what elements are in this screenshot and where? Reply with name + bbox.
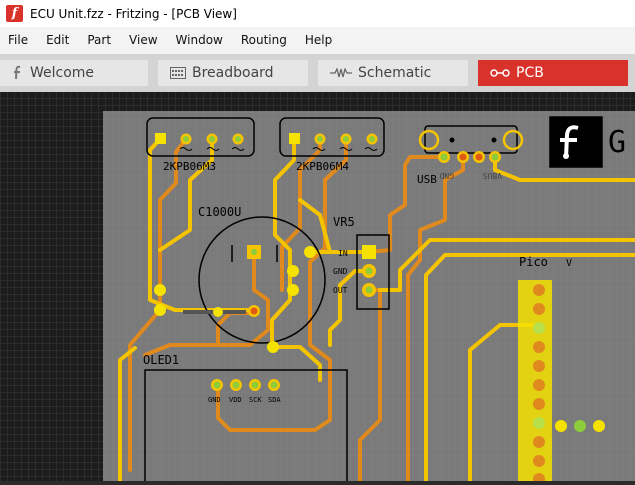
menu-file[interactable]: File (0, 27, 37, 54)
menu-part[interactable]: Part (78, 27, 120, 54)
tab-schematic-label: Schematic (358, 65, 432, 81)
usb-pin-vbus-label: VBUS (483, 171, 502, 180)
reg-pin-gnd-label: GND (333, 267, 348, 276)
menu-help[interactable]: Help (296, 27, 341, 54)
reg-pin-out-label: OUT (333, 286, 348, 295)
pico-label: Pico (519, 255, 548, 269)
capacitor-label: C1000U (198, 205, 241, 219)
fritzing-logo-icon (12, 65, 24, 81)
menu-edit[interactable]: Edit (37, 27, 78, 54)
regulator-label: VR5 (333, 215, 355, 229)
tab-welcome-label: Welcome (30, 65, 95, 81)
schematic-resistor-icon (330, 68, 352, 78)
window-title: ECU Unit.fzz - Fritzing - [PCB View] (30, 6, 237, 21)
connector-2-label: 2KPB06M4 (296, 160, 349, 173)
usb-label: USB (417, 173, 437, 186)
pcb-canvas[interactable]: G 2KPB06M3 2KPB06M4 C1000U VR5 USB OLED1… (0, 92, 635, 485)
usb-pin-gnd-label: GND (439, 171, 454, 180)
menu-routing[interactable]: Routing (232, 27, 296, 54)
tab-schematic[interactable]: Schematic (318, 60, 468, 86)
tab-pcb[interactable]: PCB (478, 60, 628, 86)
oled-label: OLED1 (143, 353, 179, 367)
oled-pin-vdd-label: VDD (229, 396, 242, 404)
oled-pin-sda-label: SDA (268, 396, 281, 404)
fritzing-app-icon: f (6, 5, 23, 22)
pcb-icon (490, 68, 510, 78)
tab-breadboard-label: Breadboard (192, 65, 274, 81)
reg-pin-in-label: IN (338, 249, 348, 258)
menu-bar: File Edit Part View Window Routing Help (0, 27, 635, 54)
menu-view[interactable]: View (120, 27, 166, 54)
pico-pin-label: V (566, 258, 572, 269)
tab-welcome[interactable]: Welcome (0, 60, 148, 86)
oled-pin-gnd-label: GND (208, 396, 221, 404)
title-bar: f ECU Unit.fzz - Fritzing - [PCB View] (0, 0, 635, 27)
tab-pcb-label: PCB (516, 65, 544, 81)
logo-text: G (608, 125, 626, 160)
breadboard-icon (170, 67, 186, 79)
menu-window[interactable]: Window (167, 27, 232, 54)
oled-pin-sck-label: SCK (249, 396, 262, 404)
tab-breadboard[interactable]: Breadboard (158, 60, 308, 86)
view-tab-bar: Welcome Breadboard Schematic PCB (0, 54, 635, 92)
connector-1-label: 2KPB06M3 (163, 160, 216, 173)
